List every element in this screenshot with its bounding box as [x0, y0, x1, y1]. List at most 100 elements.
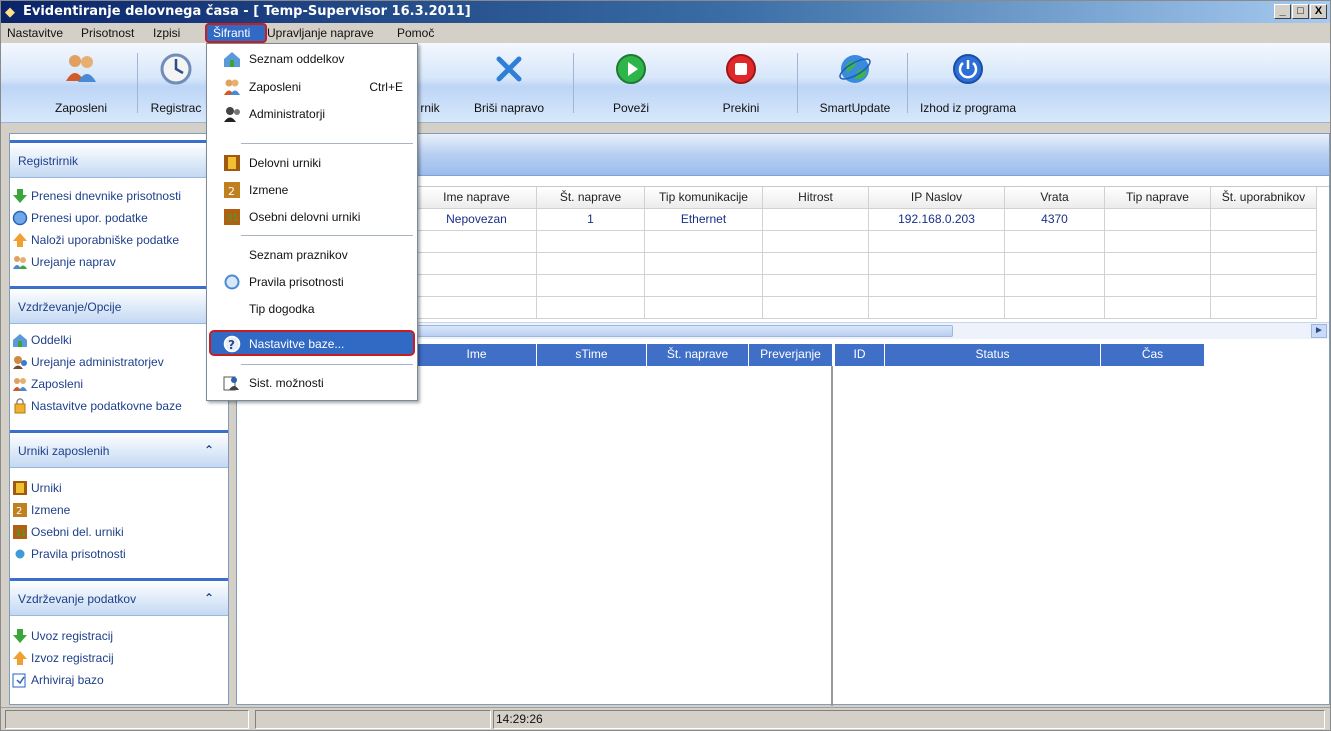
sidebar-item-urniki[interactable]: Urniki — [12, 480, 62, 500]
table-cell-empty[interactable] — [417, 275, 537, 297]
column-header-ime[interactable]: Ime — [417, 344, 537, 366]
sidebar-item-prenesi-dnevnike[interactable]: Prenesi dnevnike prisotnosti — [12, 188, 181, 208]
menu-izpisi[interactable]: Izpisi — [153, 26, 180, 40]
column-header-ime-naprave[interactable]: Ime naprave — [417, 187, 537, 209]
table-cell-empty[interactable] — [645, 231, 763, 253]
table-cell-empty[interactable] — [1105, 253, 1211, 275]
table-cell-empty[interactable] — [763, 231, 869, 253]
sidebar-item-nalozi-podatke[interactable]: Naloži uporabniške podatke — [12, 232, 179, 252]
sidebar-item-urejanje-naprav[interactable]: Urejanje naprav — [12, 254, 116, 274]
menu-item-seznam-oddelkov[interactable]: Seznam oddelkov — [209, 46, 415, 72]
column-header-preverjanje[interactable]: Preverjanje — [749, 344, 833, 366]
table-cell-empty[interactable] — [1105, 275, 1211, 297]
table-cell-empty[interactable] — [537, 297, 645, 319]
column-header-tip-naprave[interactable]: Tip naprave — [1105, 187, 1211, 209]
column-header-vrata[interactable]: Vrata — [1005, 187, 1105, 209]
sidebar-section-vzdrzevanje-podatkov[interactable]: Vzdrževanje podatkov ⌃ — [10, 578, 228, 616]
toolbar-prekini-button[interactable]: Prekini — [701, 47, 781, 119]
title-bar[interactable]: ◆ Evidentiranje delovnega časa - [ Temp-… — [1, 1, 1330, 23]
collapse-chevron-icon[interactable]: ⌃ — [204, 591, 214, 605]
table-cell-empty[interactable] — [869, 253, 1005, 275]
table-cell-empty[interactable] — [537, 275, 645, 297]
sidebar-item-uvoz-registracij[interactable]: Uvoz registracij — [12, 628, 113, 648]
sidebar-item-arhiviraj-bazo[interactable]: Arhiviraj bazo — [12, 672, 104, 692]
table-cell-vrata[interactable]: 4370 — [1005, 209, 1105, 231]
sidebar-item-zaposleni[interactable]: Zaposleni — [12, 376, 83, 396]
table-cell-empty[interactable] — [1005, 253, 1105, 275]
minimize-button[interactable]: _ — [1274, 4, 1291, 19]
table-cell-empty[interactable] — [1105, 231, 1211, 253]
menu-item-osebni-delovni-urniki[interactable]: 31 Osebni delovni urniki — [209, 204, 415, 230]
table-cell-empty[interactable] — [417, 253, 537, 275]
table-cell-empty[interactable] — [1005, 231, 1105, 253]
column-header-hitrost[interactable]: Hitrost — [763, 187, 869, 209]
column-header-cas[interactable]: Čas — [1101, 344, 1205, 366]
column-header-tip-komunikacije[interactable]: Tip komunikacije — [645, 187, 763, 209]
menu-item-nastavitve-baze[interactable]: ? Nastavitve baze... — [209, 330, 415, 356]
scroll-right-arrow-icon[interactable]: ► — [1311, 324, 1327, 338]
table-cell-st-uporabnikov[interactable] — [1211, 209, 1317, 231]
table-cell-empty[interactable] — [645, 253, 763, 275]
table-cell-empty[interactable] — [763, 253, 869, 275]
sidebar-item-urejanje-administratorjev[interactable]: Urejanje administratorjev — [12, 354, 164, 374]
menu-item-izmene[interactable]: 2 Izmene — [209, 177, 415, 203]
menu-nastavitve[interactable]: Nastavitve — [7, 26, 63, 40]
toolbar-izhod-button[interactable]: Izhod iz programa — [911, 47, 1025, 119]
menu-pomoc[interactable]: Pomoč — [397, 26, 434, 40]
sidebar-item-nastavitve-baze[interactable]: Nastavitve podatkovne baze — [12, 398, 182, 418]
column-header-st-naprave[interactable]: Št. naprave — [537, 187, 645, 209]
sidebar-section-vzdrzevanje-opcije[interactable]: Vzdrževanje/Opcije — [10, 286, 228, 324]
table-cell-empty[interactable] — [869, 297, 1005, 319]
sidebar-section-registrirnik[interactable]: Registrirnik — [10, 140, 228, 178]
column-header-ip-naslov[interactable]: IP Naslov — [869, 187, 1005, 209]
column-header-id[interactable]: ID — [835, 344, 885, 366]
table-cell-empty[interactable] — [869, 231, 1005, 253]
column-header-stime[interactable]: sTime — [537, 344, 647, 366]
table-cell-tip-naprave[interactable] — [1105, 209, 1211, 231]
toolbar-zaposleni-button[interactable]: Zaposleni — [41, 47, 121, 119]
sidebar-item-izmene[interactable]: 2 Izmene — [12, 502, 70, 522]
menu-sifranti[interactable]: Šifranti — [205, 23, 267, 43]
maximize-button[interactable]: □ — [1292, 4, 1309, 19]
column-header-status[interactable]: Status — [885, 344, 1101, 366]
menu-item-seznam-praznikov[interactable]: Seznam praznikov — [209, 242, 415, 268]
sidebar-item-prenesi-upor[interactable]: Prenesi upor. podatke — [12, 210, 148, 230]
table-cell-empty[interactable] — [763, 297, 869, 319]
sidebar-item-oddelki[interactable]: Oddelki — [12, 332, 72, 352]
table-cell-empty[interactable] — [417, 297, 537, 319]
table-cell-empty[interactable] — [1211, 275, 1317, 297]
close-button[interactable]: X — [1310, 4, 1327, 19]
menu-item-tip-dogodka[interactable]: Tip dogodka — [209, 296, 415, 322]
table-cell-empty[interactable] — [1211, 231, 1317, 253]
menu-item-zaposleni[interactable]: Zaposleni Ctrl+E — [209, 74, 415, 100]
table-cell-st-naprave[interactable]: 1 — [537, 209, 645, 231]
table-cell-empty[interactable] — [645, 275, 763, 297]
column-header-st-naprave[interactable]: Št. naprave — [647, 344, 749, 366]
table-cell-empty[interactable] — [537, 253, 645, 275]
menu-item-delovni-urniki[interactable]: Delovni urniki — [209, 150, 415, 176]
menu-prisotnost[interactable]: Prisotnost — [81, 26, 134, 40]
table-cell-ip-naslov[interactable]: 192.168.0.203 — [869, 209, 1005, 231]
table-cell-hitrost[interactable] — [763, 209, 869, 231]
toolbar-brisi-napravo-button[interactable]: Briši napravo — [461, 47, 557, 119]
menu-upravljanje-naprave[interactable]: Upravljanje naprave — [267, 26, 374, 40]
column-header-st-uporabnikov[interactable]: Št. uporabnikov — [1211, 187, 1317, 209]
table-cell-empty[interactable] — [763, 275, 869, 297]
menu-item-sist-moznosti[interactable]: Sist. možnosti — [209, 370, 415, 396]
menu-item-administratorji[interactable]: Administratorji — [209, 101, 415, 127]
table-cell-ime-naprave[interactable]: Nepovezan — [417, 209, 537, 231]
table-cell-empty[interactable] — [645, 297, 763, 319]
collapse-chevron-icon[interactable]: ⌃ — [204, 443, 214, 457]
table-cell-empty[interactable] — [1005, 275, 1105, 297]
table-cell-empty[interactable] — [1211, 297, 1317, 319]
sidebar-item-pravila-prisotnosti[interactable]: Pravila prisotnosti — [12, 546, 126, 566]
table-cell-empty[interactable] — [1005, 297, 1105, 319]
toolbar-registracije-button[interactable]: Registrac — [145, 47, 207, 119]
table-cell-empty[interactable] — [417, 231, 537, 253]
toolbar-povezi-button[interactable]: Poveži — [591, 47, 671, 119]
table-cell-empty[interactable] — [1211, 253, 1317, 275]
sidebar-item-osebni-urniki[interactable]: 31 Osebni del. urniki — [12, 524, 124, 544]
table-cell-empty[interactable] — [537, 231, 645, 253]
menu-item-pravila-prisotnosti[interactable]: Pravila prisotnosti — [209, 269, 415, 295]
table-cell-empty[interactable] — [869, 275, 1005, 297]
